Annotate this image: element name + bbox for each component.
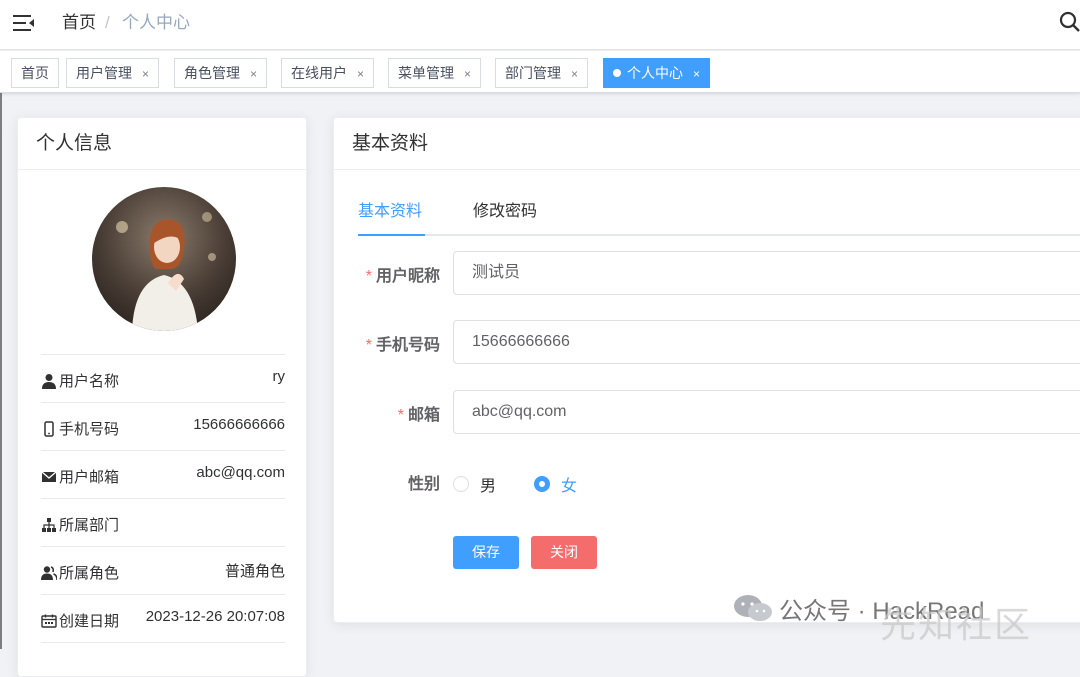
field-label-gender: 性别: [407, 476, 440, 493]
radio-circle[interactable]: [453, 476, 469, 492]
tag-dept-management[interactable]: 部门管理 ×: [495, 58, 589, 88]
hamburger-icon[interactable]: [13, 14, 35, 32]
active-dot-icon: [613, 69, 621, 77]
tag-home[interactable]: 首页: [11, 58, 59, 88]
sidebar-edge: [0, 93, 2, 649]
close-icon[interactable]: ×: [357, 67, 364, 81]
gender-radio-female[interactable]: 女: [534, 472, 577, 496]
basic-info-card-header: 基本资料: [334, 118, 1080, 170]
avatar[interactable]: [92, 187, 236, 331]
nickname-input[interactable]: 测试员: [453, 251, 1080, 295]
gender-radio-male[interactable]: 男: [453, 472, 496, 496]
tags-view: 首页 用户管理 × 角色管理 × 在线用户 × 菜单管理 × 部门管理 × 个人中心 ×: [0, 51, 1080, 93]
info-label: 所属部门: [59, 517, 120, 534]
close-icon[interactable]: ×: [693, 67, 700, 81]
info-label: 用户名称: [59, 373, 120, 390]
required-mark: *: [397, 407, 404, 424]
tag-role-management[interactable]: 角色管理 ×: [174, 58, 268, 88]
tag-label: 首页: [21, 65, 49, 81]
radio-label: 男: [480, 478, 497, 495]
profile-card: 个人信息 用户名称 ry 手机号码 15666666666 用户邮箱 abc@q…: [17, 117, 307, 677]
avatar-image: [92, 187, 236, 331]
info-label: 手机号码: [59, 421, 120, 438]
email-input[interactable]: abc@qq.com: [453, 390, 1080, 434]
breadcrumb-current: 个人中心: [122, 13, 190, 32]
peoples-icon: [41, 565, 57, 580]
tab-active-indicator: [358, 234, 425, 236]
tag-menu-management[interactable]: 菜单管理 ×: [388, 58, 482, 88]
radio-label: 女: [561, 478, 578, 495]
save-button[interactable]: 保存: [453, 536, 519, 569]
basic-info-card: 基本资料 基本资料 修改密码 * 用户昵称 测试员 * 手机号码 156666666…: [333, 117, 1080, 623]
tab-basic-info[interactable]: 基本资料: [358, 201, 422, 223]
form-row-email: * 邮箱 abc@qq.com: [358, 390, 1080, 434]
tag-online-users[interactable]: 在线用户 ×: [281, 58, 375, 88]
search-icon[interactable]: [1058, 10, 1080, 34]
date-icon: [41, 614, 57, 628]
info-list-end: [41, 642, 285, 644]
required-mark: *: [365, 268, 372, 285]
close-icon[interactable]: ×: [250, 67, 257, 81]
close-icon[interactable]: ×: [142, 67, 149, 81]
user-icon: [42, 373, 56, 389]
tag-user-management[interactable]: 用户管理 ×: [66, 58, 160, 88]
phone-input[interactable]: 15666666666: [453, 320, 1080, 364]
breadcrumb-home[interactable]: 首页: [62, 12, 96, 34]
radio-circle[interactable]: [534, 476, 550, 492]
required-mark: *: [365, 337, 372, 354]
form-row-gender: 性别 男 女: [358, 459, 1080, 503]
form-row-nickname: * 用户昵称 测试员: [358, 251, 1080, 295]
watermark-site: 先知社区: [880, 604, 1033, 645]
tab-change-password[interactable]: 修改密码: [473, 201, 537, 223]
info-row-dept: 所属部门: [41, 498, 285, 546]
close-icon[interactable]: ×: [571, 67, 578, 81]
info-row-email: 用户邮箱 abc@qq.com: [41, 450, 285, 498]
profile-card-header: 个人信息: [18, 118, 306, 170]
tag-label: 菜单管理: [398, 65, 454, 81]
tag-label: 角色管理: [184, 65, 240, 81]
info-label: 创建日期: [59, 613, 120, 630]
navbar: 首页 / 个人中心: [0, 0, 1080, 50]
tabs: 基本资料 修改密码: [358, 188, 1080, 236]
form-row-phone: * 手机号码 15666666666: [358, 320, 1080, 364]
info-value: ry: [272, 368, 286, 385]
info-row-username: 用户名称 ry: [41, 354, 285, 402]
field-label-nickname: 用户昵称: [375, 268, 440, 285]
tag-label: 个人中心: [627, 65, 683, 81]
info-row-role: 所属角色 普通角色: [41, 546, 285, 594]
field-label-phone: 手机号码: [375, 337, 440, 354]
profile-info-list: 用户名称 ry 手机号码 15666666666 用户邮箱 abc@qq.com…: [41, 354, 285, 644]
info-value: 普通角色: [224, 563, 285, 580]
info-label: 用户邮箱: [59, 469, 120, 486]
info-row-phone: 手机号码 15666666666: [41, 402, 285, 450]
tag-label: 在线用户: [291, 65, 347, 81]
close-button[interactable]: 关闭: [531, 536, 597, 569]
info-value: 15666666666: [193, 416, 285, 433]
tree-icon: [42, 517, 56, 532]
tag-profile[interactable]: 个人中心 ×: [603, 58, 711, 88]
info-value: 2023-12-26 20:07:08: [145, 608, 285, 625]
mail-icon: [41, 471, 57, 482]
breadcrumb-separator: /: [105, 13, 110, 32]
wechat-icon: [734, 595, 772, 621]
close-icon[interactable]: ×: [464, 67, 471, 81]
phone-icon: [44, 420, 54, 437]
tag-label: 部门管理: [505, 65, 561, 81]
info-value: abc@qq.com: [196, 464, 285, 481]
info-label: 所属角色: [59, 565, 120, 582]
field-label-email: 邮箱: [407, 407, 440, 424]
tag-label: 用户管理: [76, 65, 132, 81]
info-row-created: 创建日期 2023-12-26 20:07:08: [41, 594, 285, 642]
